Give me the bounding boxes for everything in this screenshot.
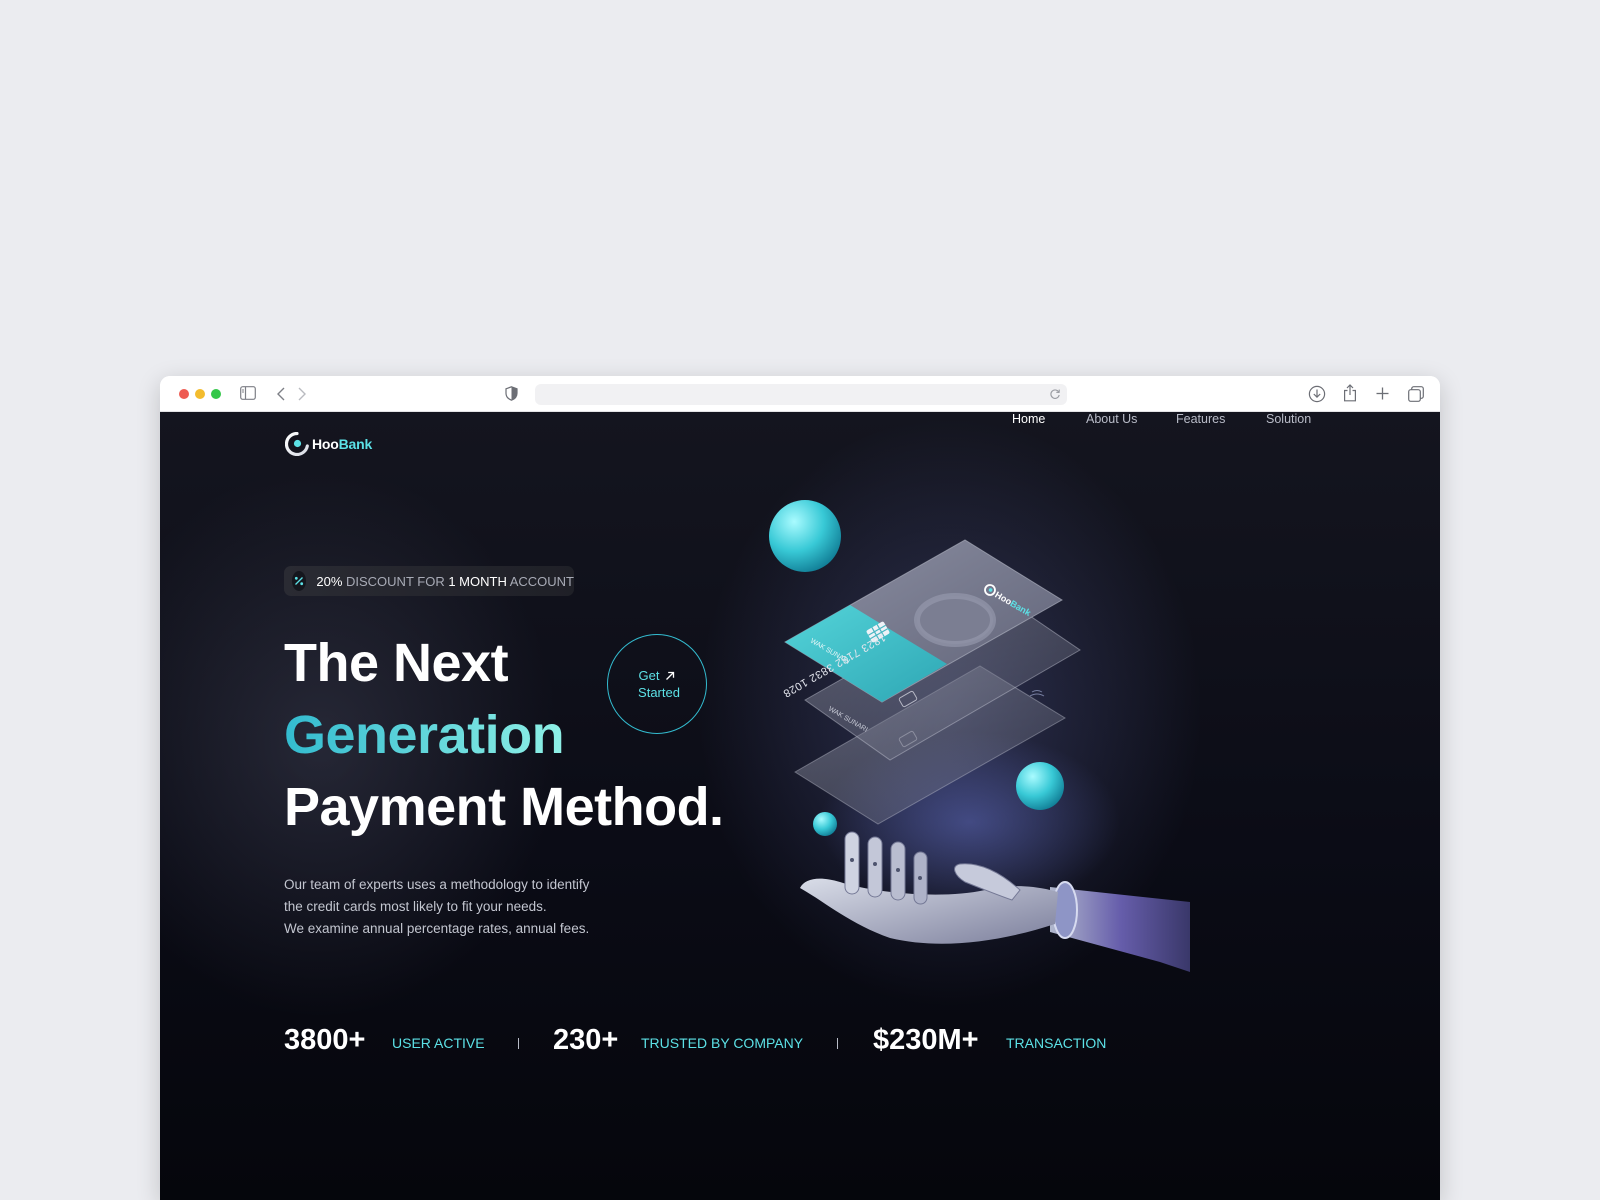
get-started-label-2: Started bbox=[638, 685, 680, 700]
sphere-small bbox=[813, 812, 837, 836]
forward-chevron-icon[interactable] bbox=[298, 387, 306, 401]
maximize-window-button[interactable] bbox=[211, 389, 221, 399]
nav-item-solution[interactable]: Solution bbox=[1266, 412, 1311, 426]
description-line: Our team of experts uses a methodology t… bbox=[284, 877, 590, 892]
browser-window: HooBank Home About Us Features Solution … bbox=[160, 376, 1440, 1200]
stat-label-users: USER ACTIVE bbox=[392, 1035, 485, 1051]
brand-name: HooBank bbox=[312, 436, 373, 452]
description-line: the credit cards most likely to fit your… bbox=[284, 899, 547, 914]
headline-line-3: Payment Method. bbox=[284, 777, 724, 837]
get-started-label-1: Get bbox=[638, 668, 660, 683]
stat-divider bbox=[837, 1038, 838, 1049]
card-emblem bbox=[914, 593, 996, 647]
landing-page: HooBank Home About Us Features Solution … bbox=[160, 412, 1440, 1200]
back-chevron-icon[interactable] bbox=[277, 387, 285, 401]
discount-percent-icon bbox=[292, 571, 307, 591]
downloads-icon[interactable] bbox=[1308, 385, 1326, 403]
nav-item-about-us[interactable]: About Us bbox=[1086, 412, 1137, 426]
get-started-button[interactable]: Get Started bbox=[607, 634, 707, 734]
sidebar-toggle-icon[interactable] bbox=[240, 386, 256, 400]
stat-value-users: 3800+ bbox=[284, 1024, 366, 1056]
hero-illustration: WAK SUNARI WAK SUNARI 1823 7182 3832 102… bbox=[769, 500, 1190, 972]
address-bar[interactable] bbox=[535, 384, 1067, 405]
headline-line-2: Generation bbox=[284, 705, 565, 765]
hoobank-logo-icon bbox=[285, 432, 309, 456]
stat-divider bbox=[518, 1038, 519, 1049]
nav-item-features[interactable]: Features bbox=[1176, 412, 1225, 426]
share-icon[interactable] bbox=[1343, 384, 1357, 402]
discount-badge: 20% DISCOUNT FOR 1 MONTH ACCOUNT bbox=[284, 566, 574, 596]
stat-value-companies: 230+ bbox=[553, 1024, 619, 1056]
reload-icon[interactable] bbox=[1049, 388, 1061, 400]
minimize-window-button[interactable] bbox=[195, 389, 205, 399]
discount-text: 20% DISCOUNT FOR 1 MONTH ACCOUNT bbox=[316, 573, 574, 589]
new-tab-plus-icon[interactable] bbox=[1376, 387, 1389, 400]
close-window-button[interactable] bbox=[179, 389, 189, 399]
sphere-large bbox=[769, 500, 841, 572]
nav-item-home[interactable]: Home bbox=[1012, 412, 1045, 426]
sphere-medium bbox=[1016, 762, 1064, 810]
stat-value-transactions: $230M+ bbox=[873, 1024, 979, 1056]
tab-overview-icon[interactable] bbox=[1408, 386, 1424, 402]
description-line: We examine annual percentage rates, annu… bbox=[284, 921, 590, 936]
brand-logo[interactable]: HooBank bbox=[285, 432, 372, 456]
stat-label-companies: TRUSTED BY COMPANY bbox=[641, 1035, 804, 1051]
stat-label-transactions: TRANSACTION bbox=[1006, 1035, 1107, 1051]
arrow-up-right-icon bbox=[666, 671, 675, 680]
headline-line-1: The Next bbox=[284, 633, 509, 693]
hero-description: Our team of experts uses a methodology t… bbox=[284, 874, 644, 940]
browser-toolbar bbox=[160, 376, 1440, 412]
privacy-shield-icon[interactable] bbox=[505, 386, 518, 401]
